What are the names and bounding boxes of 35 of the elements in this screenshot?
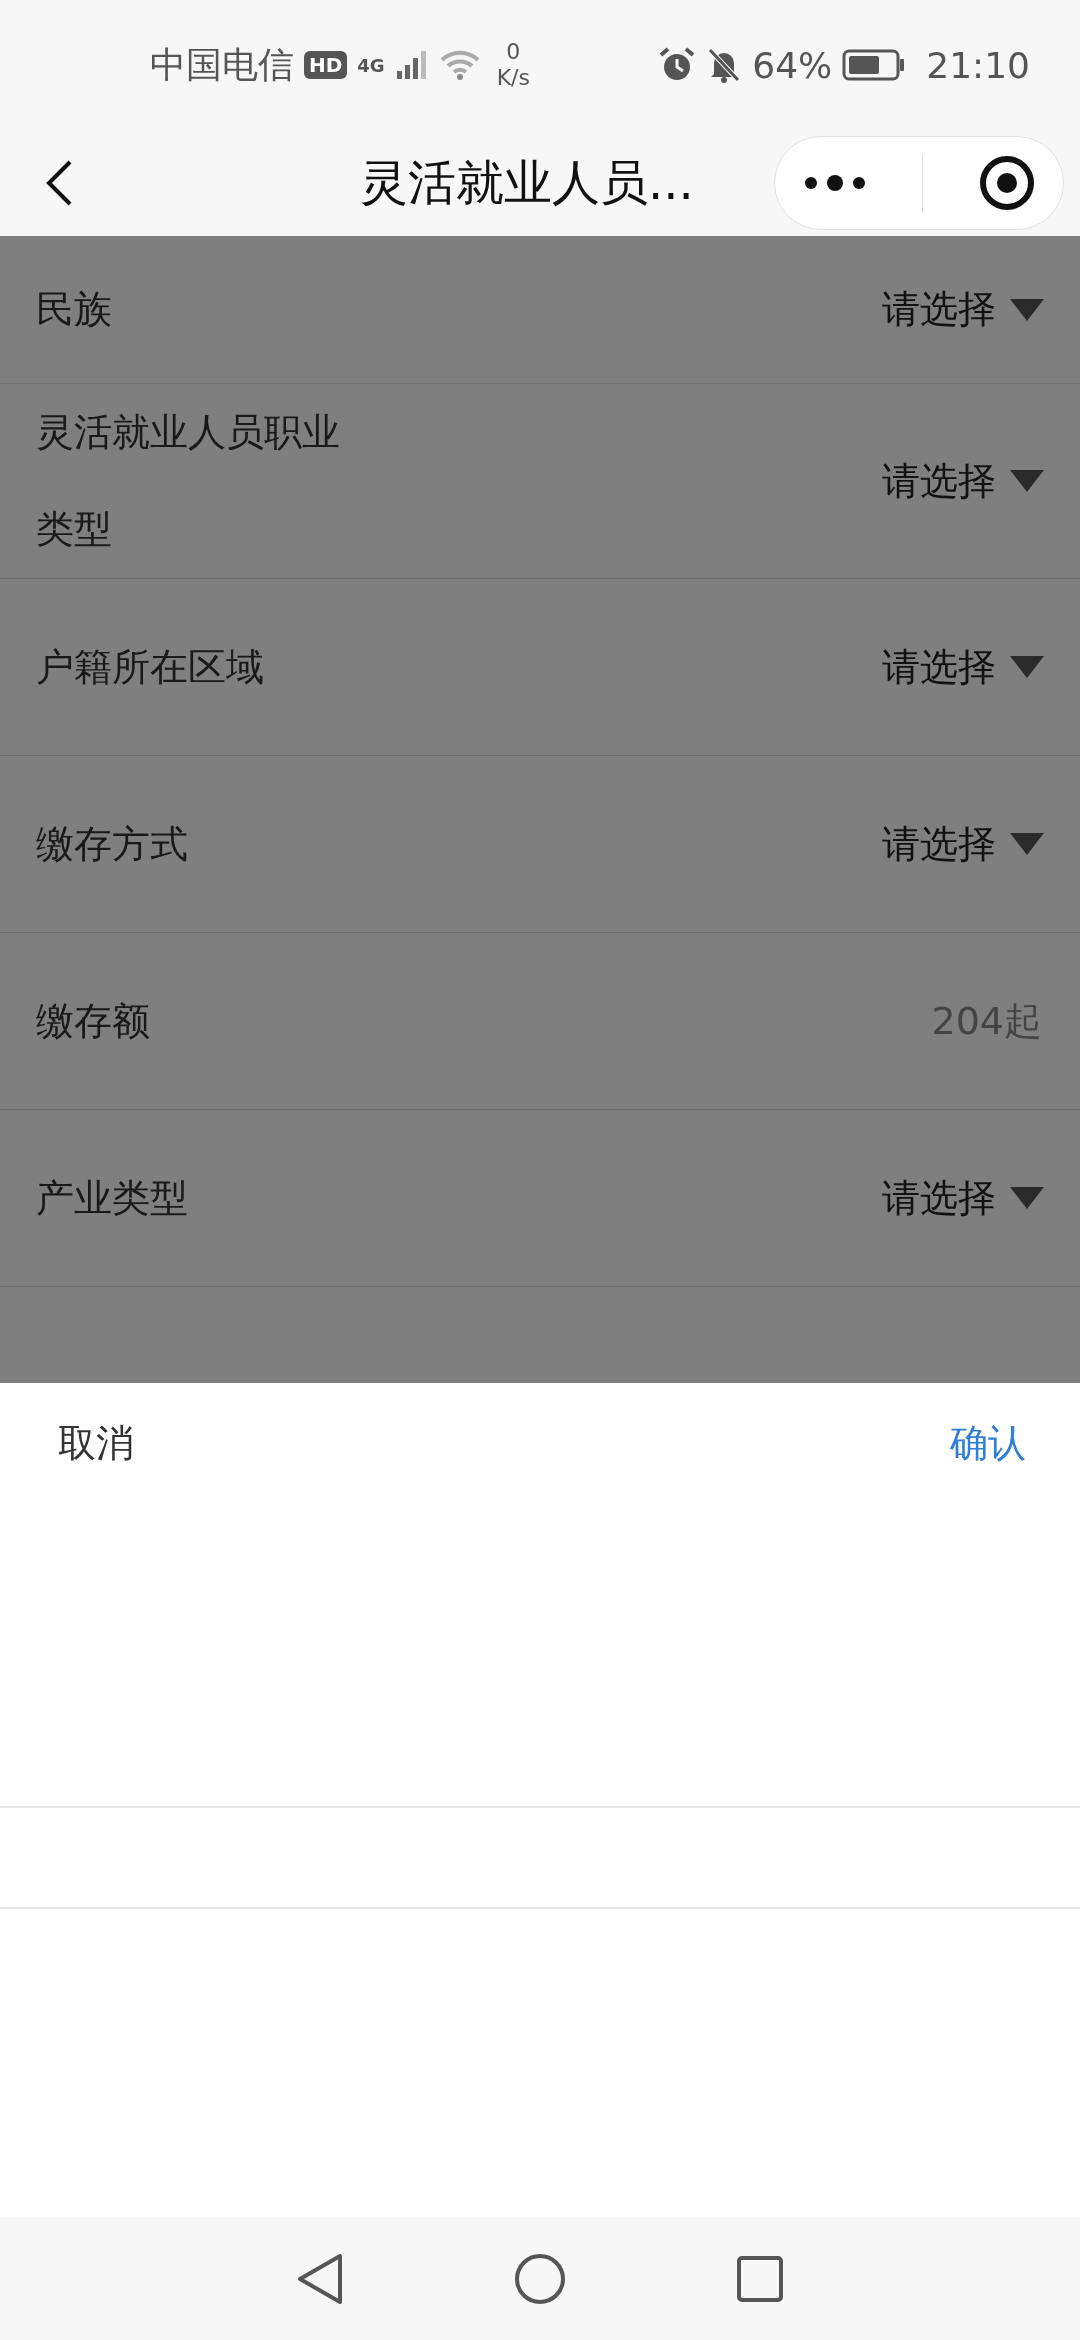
- network-type: 4G: [357, 54, 385, 76]
- hd-badge: HD: [304, 51, 348, 79]
- recents-nav-icon[interactable]: [736, 2254, 784, 2303]
- signal-icon: [394, 49, 429, 81]
- select-field[interactable]: 请选择: [882, 1172, 1044, 1224]
- wifi-icon: [438, 49, 481, 81]
- field-label: 产业类型: [36, 1174, 188, 1222]
- field-label: 民族: [36, 286, 112, 333]
- cancel-button[interactable]: 取消: [40, 1407, 152, 1479]
- page-title: 灵活就业人员...: [360, 153, 694, 212]
- field-label: 缴存额: [36, 997, 150, 1045]
- confirm-button[interactable]: 确认: [932, 1407, 1044, 1479]
- battery-icon: [842, 49, 907, 81]
- dropdown-caret-icon: [1010, 833, 1044, 855]
- field-label: 缴存方式: [36, 820, 188, 868]
- field-label: 户籍所在区域: [36, 643, 264, 691]
- clock-time: 21:10: [926, 44, 1030, 86]
- speed-unit: K/s: [496, 65, 530, 91]
- speed-value: 0: [506, 39, 521, 65]
- field-label: 灵活就业人员职业类型: [36, 409, 341, 553]
- dropdown-caret-icon: [1010, 656, 1044, 678]
- select-field[interactable]: 请选择: [882, 641, 1044, 693]
- select-field[interactable]: 请选择: [882, 455, 1044, 507]
- back-icon[interactable]: [44, 159, 74, 207]
- input-field[interactable]: 204起: [740, 998, 1044, 1044]
- carrier-name: 中国电信: [150, 42, 294, 87]
- back-nav-icon[interactable]: [296, 2252, 344, 2305]
- select-field[interactable]: 请选择: [882, 284, 1044, 335]
- more-icon[interactable]: [802, 173, 867, 193]
- dropdown-caret-icon: [1010, 470, 1044, 492]
- select-field[interactable]: 请选择: [882, 818, 1044, 870]
- dropdown-caret-icon: [1010, 1187, 1044, 1209]
- home-nav-icon[interactable]: [514, 2252, 566, 2305]
- battery-percent: 64%: [752, 44, 833, 86]
- dropdown-caret-icon: [1010, 298, 1044, 321]
